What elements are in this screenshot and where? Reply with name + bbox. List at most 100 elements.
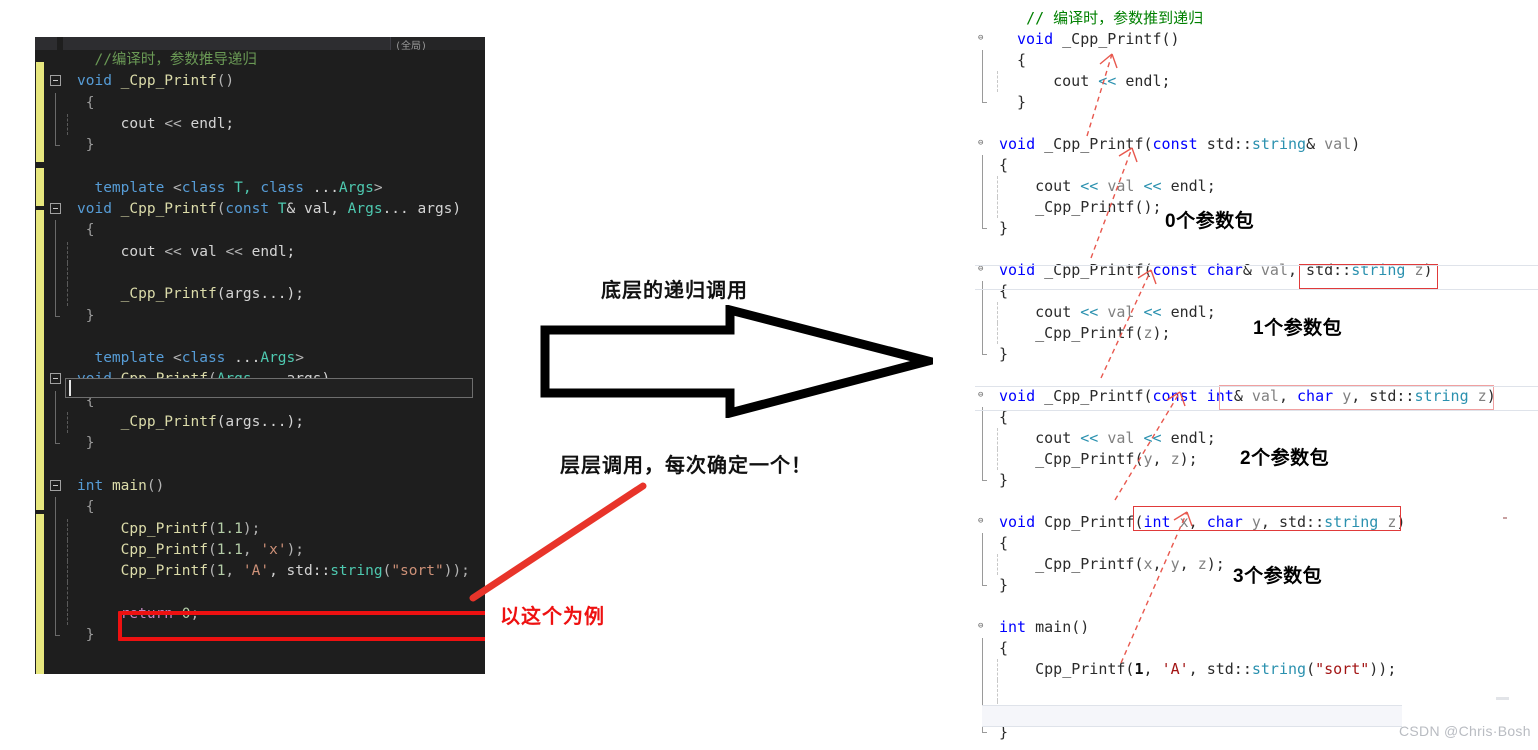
left-code-lines[interactable]: //编译时，参数推导递归 void _Cpp_Printf() { cout <<… <box>47 50 485 674</box>
code-token: void <box>999 387 1036 405</box>
fold-toggle-icon[interactable] <box>50 479 61 491</box>
code-line[interactable]: ⊖ void _Cpp_Printf() <box>975 29 1538 50</box>
code-token: , <box>225 563 243 580</box>
code-line[interactable] <box>47 262 485 285</box>
code-line[interactable]: { <box>975 281 1538 302</box>
code-line[interactable]: cout << val << endl; <box>975 428 1538 449</box>
scope-guide-end <box>55 625 60 637</box>
fold-toggle-icon[interactable]: ⊖ <box>978 139 987 148</box>
code-token: < <box>173 350 182 367</box>
code-line[interactable]: { <box>975 638 1538 659</box>
code-line[interactable]: template <class ...Args> <box>47 348 485 369</box>
code-line[interactable] <box>47 455 485 476</box>
fold-toggle-icon[interactable]: ⊖ <box>978 391 987 400</box>
code-line[interactable]: Cpp_Printf(1.1, 'x'); <box>47 539 485 562</box>
pack-count-label-1: 1个参数包 <box>1253 318 1343 339</box>
code-line[interactable]: template <class T, class ...Args> <box>47 178 485 199</box>
code-line[interactable]: // 编译时，参数推到递归 <box>975 8 1538 29</box>
line-rule <box>975 410 1538 411</box>
indent-guide <box>67 284 68 306</box>
code-line[interactable] <box>975 680 1538 701</box>
right-code-lines[interactable]: // 编译时，参数推到递归 ⊖ void _Cpp_Printf() { cout <… <box>975 8 1538 743</box>
code-line[interactable] <box>975 365 1538 386</box>
code-line[interactable]: { <box>47 497 485 519</box>
code-line[interactable]: { <box>975 50 1538 71</box>
indent-guide <box>67 518 68 540</box>
code-line[interactable] <box>47 582 485 604</box>
code-line[interactable] <box>47 156 485 177</box>
code-token: Cpp_Printf( <box>1035 513 1144 531</box>
code-token: Cpp_Printf( <box>999 660 1135 678</box>
code-line[interactable]: Cpp_Printf(1, 'A', std::string("sort")); <box>975 659 1538 680</box>
fold-toggle-icon[interactable]: ⊖ <box>978 265 987 274</box>
code-token: ); <box>1206 555 1225 573</box>
code-token: << <box>164 243 182 260</box>
code-line[interactable]: cout << endl; <box>975 71 1538 92</box>
fold-toggle-icon[interactable] <box>50 203 61 215</box>
scope-guide <box>982 428 983 449</box>
code-line[interactable]: Cpp_Printf(1.1); <box>47 518 485 540</box>
code-token: "sort" <box>1315 660 1370 678</box>
code-line[interactable]: int main() <box>47 476 485 497</box>
code-line[interactable]: _Cpp_Printf(args...); <box>47 412 485 434</box>
code-token: std:: <box>1197 135 1252 153</box>
indent-guide <box>67 539 68 562</box>
scope-dropdown-cut[interactable]: (全局) <box>390 37 485 50</box>
code-line[interactable]: ⊖ int main() <box>975 617 1538 638</box>
code-line[interactable]: } <box>975 92 1538 113</box>
tab-stub <box>57 37 63 50</box>
code-line[interactable] <box>975 113 1538 134</box>
code-line[interactable]: } <box>47 305 485 327</box>
code-line[interactable] <box>47 327 485 348</box>
code-line[interactable]: ⊖ void _Cpp_Printf(const std::string& val… <box>975 134 1538 155</box>
code-line[interactable]: } <box>975 218 1538 239</box>
code-line[interactable]: cout << val << endl; <box>47 241 485 263</box>
code-token: 1.1 <box>216 541 243 558</box>
code-token: (args...); <box>216 286 304 303</box>
fold-toggle-icon[interactable] <box>50 373 61 385</box>
code-line[interactable]: { <box>47 220 485 242</box>
code-line[interactable]: _Cpp_Printf(args...); <box>47 284 485 306</box>
scope-guide <box>55 113 56 136</box>
code-line[interactable]: { <box>975 155 1538 176</box>
code-line[interactable]: { <box>975 533 1538 554</box>
code-token: void <box>77 201 121 218</box>
left-code-editor[interactable]: (全局) //编译时，参数推导递归 void _Cpp_Printf() { co… <box>35 37 485 674</box>
code-token: void <box>999 261 1036 279</box>
fold-toggle-icon[interactable]: ⊖ <box>978 34 987 43</box>
watermark-bar <box>1496 697 1509 700</box>
code-token: } <box>77 627 95 644</box>
red-pointer-line <box>469 482 647 602</box>
code-token: _Cpp_Printf( <box>999 324 1144 342</box>
scope-guide <box>982 155 983 176</box>
code-line[interactable] <box>975 239 1538 260</box>
scope-guide-end <box>982 575 987 586</box>
scope-guide-end <box>55 433 60 445</box>
code-line[interactable]: Cpp_Printf(1, 'A', std::string("sort")); <box>47 561 485 583</box>
code-line[interactable]: ⊖ void _Cpp_Printf(const char& val, std::… <box>975 260 1538 281</box>
big-right-arrow-icon <box>540 305 933 418</box>
code-line[interactable]: _Cpp_Printf(); <box>975 197 1538 218</box>
code-line[interactable] <box>975 596 1538 617</box>
code-token: "sort" <box>391 563 444 580</box>
current-line-highlight <box>65 378 473 398</box>
highlight-box-example-call <box>118 611 485 641</box>
fold-toggle-icon[interactable]: ⊖ <box>978 517 987 526</box>
code-line[interactable]: { <box>47 92 485 114</box>
code-token: { <box>77 94 95 111</box>
code-line[interactable]: } <box>975 344 1538 365</box>
code-line[interactable]: cout << endl; <box>47 113 485 136</box>
code-token: } <box>999 345 1009 363</box>
code-line[interactable]: void _Cpp_Printf(const T& val, Args... a… <box>47 199 485 220</box>
code-line[interactable]: } <box>47 135 485 156</box>
fold-toggle-icon[interactable]: ⊖ <box>978 622 987 631</box>
code-line[interactable]: cout << val << endl; <box>975 176 1538 197</box>
annotation-example-label: 以这个为例 <box>500 606 605 628</box>
code-token: , std:: <box>1188 660 1252 678</box>
code-line[interactable]: void _Cpp_Printf() <box>47 71 485 92</box>
right-code-editor[interactable]: // 编译时，参数推到递归 ⊖ void _Cpp_Printf() { cout <… <box>975 8 1538 743</box>
fold-toggle-icon[interactable] <box>50 75 61 87</box>
code-line[interactable]: //编译时，参数推导递归 <box>47 50 485 71</box>
code-line[interactable]: } <box>47 433 485 454</box>
code-line[interactable]: } <box>975 470 1538 491</box>
